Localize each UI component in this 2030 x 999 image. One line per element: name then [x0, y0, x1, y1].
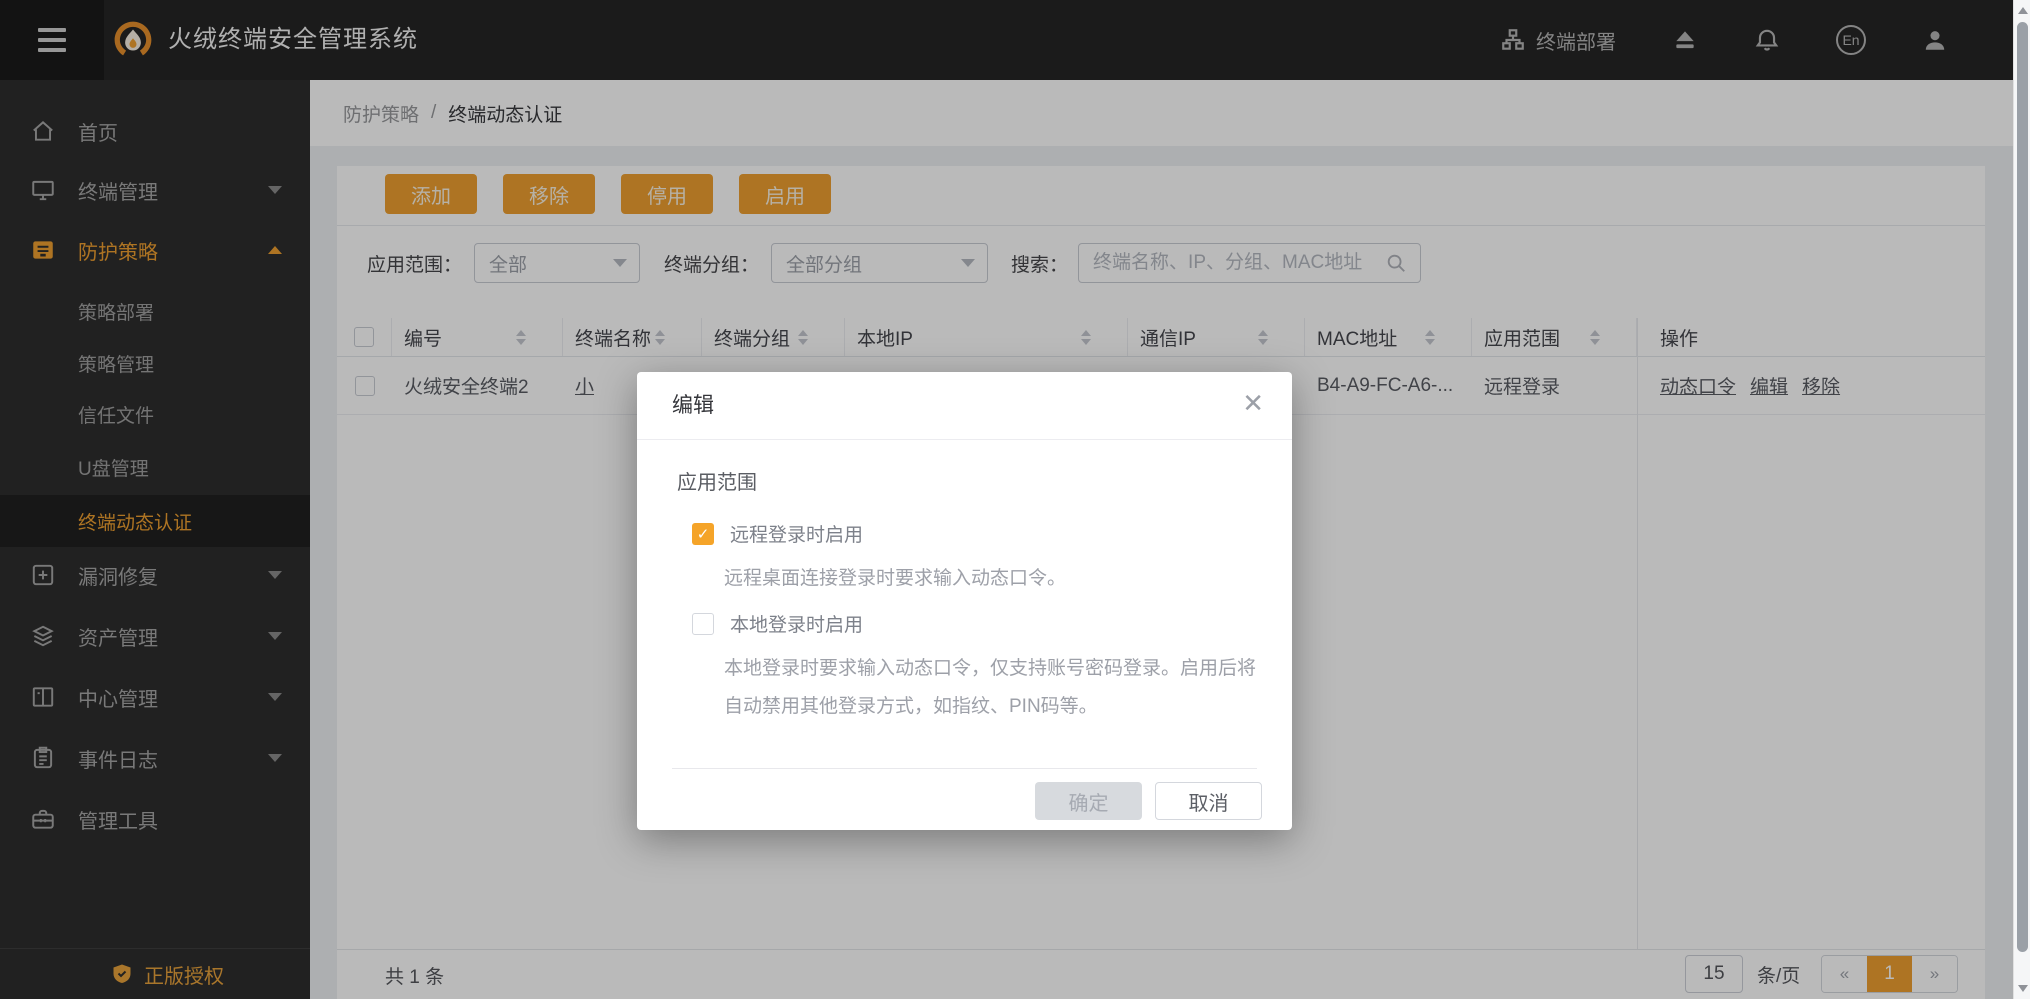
dialog-section-label: 应用范围: [677, 466, 757, 495]
scrollbar-thumb[interactable]: [2017, 22, 2028, 952]
edit-dialog: 编辑 ✕ 应用范围 ✓ 远程登录时启用 远程桌面连接登录时要求输入动态口令。 本…: [637, 372, 1292, 830]
remote-login-label: 远程登录时启用: [730, 520, 863, 547]
scroll-down-arrow-icon[interactable]: [2014, 980, 2030, 997]
local-login-option[interactable]: 本地登录时启用: [692, 610, 863, 637]
confirm-button[interactable]: 确定: [1035, 782, 1142, 820]
dialog-title: 编辑: [672, 372, 714, 440]
dialog-header: 编辑 ✕: [637, 372, 1292, 440]
checkbox-unchecked-icon[interactable]: [692, 613, 714, 635]
dialog-footer-divider: [672, 768, 1257, 769]
scroll-up-arrow-icon[interactable]: [2014, 2, 2030, 19]
app-root: 火绒终端安全管理系统 终端部署 En: [0, 0, 2030, 999]
cancel-button[interactable]: 取消: [1155, 782, 1262, 820]
scrollbar[interactable]: [2013, 0, 2030, 999]
close-icon[interactable]: ✕: [1242, 390, 1264, 416]
remote-login-desc: 远程桌面连接登录时要求输入动态口令。: [724, 560, 1066, 598]
local-login-label: 本地登录时启用: [730, 610, 863, 637]
checkbox-checked-icon[interactable]: ✓: [692, 523, 714, 545]
remote-login-option[interactable]: ✓ 远程登录时启用: [692, 520, 863, 547]
local-login-desc: 本地登录时要求输入动态口令，仅支持账号密码登录。启用后将自动禁用其他登录方式，如…: [724, 650, 1269, 726]
